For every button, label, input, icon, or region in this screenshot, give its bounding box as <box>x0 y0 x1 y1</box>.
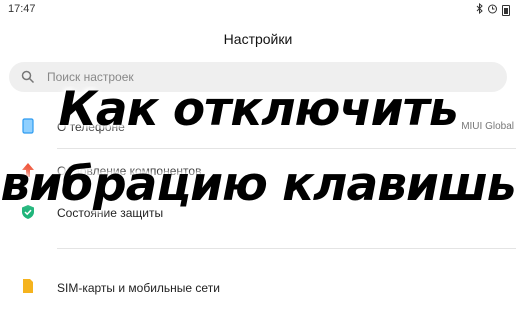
alarm-icon <box>487 3 498 17</box>
status-bar: 17:47 <box>0 0 516 18</box>
divider <box>57 248 516 249</box>
divider <box>57 148 516 149</box>
sim-card-icon <box>20 278 36 294</box>
overlay-title-line-2: вибрацию клавишь <box>0 157 516 212</box>
settings-item-label: SIM-карты и мобильные сети <box>57 281 220 295</box>
battery-icon <box>502 4 510 16</box>
bluetooth-icon <box>476 2 483 17</box>
overlay-title-line-1: Как отключить <box>58 82 458 137</box>
page-title: Настройки <box>223 31 293 47</box>
settings-item-sim-cards[interactable]: SIM-карты и мобильные сети <box>0 270 516 310</box>
status-icons <box>476 2 510 17</box>
status-time: 17:47 <box>8 3 36 15</box>
